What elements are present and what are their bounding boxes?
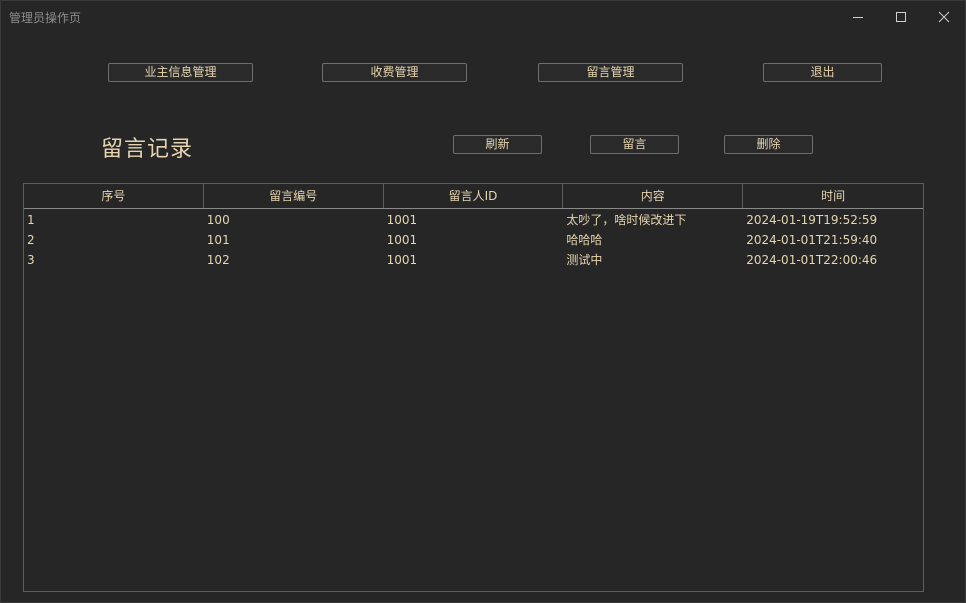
table-body: 1 100 1001 太吵了，啥时候改进下 2024-01-19T19:52:5…: [24, 209, 923, 270]
cell-time: 2024-01-01T22:00:46: [746, 253, 878, 267]
column-header-time[interactable]: 时间: [743, 184, 923, 208]
cell-author-id: 1001: [386, 253, 418, 267]
cell-index: 3: [27, 253, 35, 267]
close-icon: [938, 11, 950, 23]
owner-info-button[interactable]: 业主信息管理: [108, 63, 253, 82]
cell-time: 2024-01-19T19:52:59: [746, 213, 878, 227]
cell-author-id: 1001: [386, 213, 418, 227]
minimize-icon: [853, 17, 863, 18]
delete-button[interactable]: 删除: [724, 135, 813, 154]
cell-author-id: 1001: [386, 233, 418, 247]
cell-index: 2: [27, 233, 35, 247]
cell-index: 1: [27, 213, 35, 227]
message-table[interactable]: 序号 留言编号 留言人ID 内容 时间 1 100 1001 太吵了，啥时候改进…: [23, 183, 924, 592]
table-row[interactable]: 1 100 1001 太吵了，啥时候改进下 2024-01-19T19:52:5…: [24, 210, 923, 230]
section-title: 留言记录: [101, 137, 194, 162]
cell-message-id: 101: [206, 233, 230, 247]
column-header-content[interactable]: 内容: [563, 184, 744, 208]
cell-message-id: 102: [206, 253, 230, 267]
table-header: 序号 留言编号 留言人ID 内容 时间: [24, 184, 923, 209]
cell-time: 2024-01-01T21:59:40: [746, 233, 878, 247]
cell-content: 哈哈哈: [566, 233, 603, 247]
fee-management-button[interactable]: 收费管理: [322, 63, 467, 82]
table-row[interactable]: 3 102 1001 测试中 2024-01-01T22:00:46: [24, 250, 923, 270]
app-window: 管理员操作页 业主信息管理 收费管理 留言管理 退出 留言记录 刷新 留言 删除…: [0, 0, 966, 603]
cell-content: 测试中: [566, 253, 603, 267]
refresh-button[interactable]: 刷新: [453, 135, 542, 154]
column-header-message-id[interactable]: 留言编号: [204, 184, 384, 208]
cell-message-id: 100: [206, 213, 230, 227]
minimize-button[interactable]: [835, 1, 881, 33]
column-header-index[interactable]: 序号: [24, 184, 204, 208]
message-management-button[interactable]: 留言管理: [538, 63, 683, 82]
close-button[interactable]: [921, 1, 966, 33]
maximize-button[interactable]: [878, 1, 924, 33]
cell-content: 太吵了，啥时候改进下: [566, 213, 687, 227]
window-title: 管理员操作页: [9, 11, 82, 25]
maximize-icon: [896, 12, 906, 22]
column-header-author-id[interactable]: 留言人ID: [384, 184, 564, 208]
leave-message-button[interactable]: 留言: [590, 135, 679, 154]
table-row[interactable]: 2 101 1001 哈哈哈 2024-01-01T21:59:40: [24, 230, 923, 250]
exit-button[interactable]: 退出: [763, 63, 882, 82]
